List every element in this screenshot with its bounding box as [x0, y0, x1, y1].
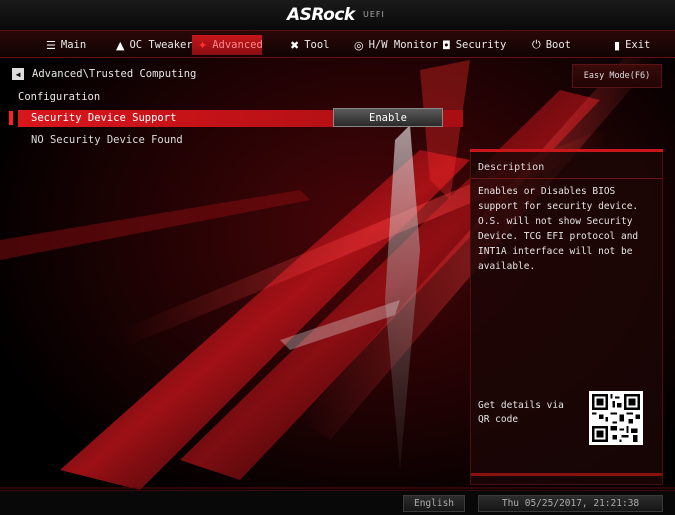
list-icon: ☰: [46, 38, 56, 52]
breadcrumb: ◀ Advanced\Trusted Computing: [12, 68, 196, 80]
title-bar: ASRock UEFI: [0, 0, 675, 30]
power-icon: ⏻: [532, 38, 541, 51]
main-menu: ☰ Main ▲ OC Tweaker ✦ Advanced ✖ Tool ◎ …: [0, 30, 675, 58]
status-bar: English Thu 05/25/2017, 21:21:38: [0, 490, 675, 515]
qr-code-icon: [589, 391, 643, 445]
tab-label: Boot: [545, 39, 571, 51]
easy-mode-button[interactable]: Easy Mode(F6): [572, 64, 662, 88]
tab-label: H/W Monitor: [368, 39, 439, 51]
option-label: Security Device Support: [31, 112, 177, 124]
tab-label: Advanced: [212, 39, 263, 51]
breadcrumb-path: Advanced\Trusted Computing: [32, 68, 197, 80]
date-time-display: Thu 05/25/2017, 21:21:38: [478, 495, 663, 512]
tab-main[interactable]: ☰ Main: [40, 35, 92, 55]
tab-label: Tool: [304, 39, 330, 51]
selection-marker: [9, 111, 13, 125]
tab-boot[interactable]: ⏻ Boot: [526, 35, 577, 55]
panel-top-accent: [470, 149, 663, 152]
exit-icon: ▮: [614, 38, 621, 52]
tab-oc-tweaker[interactable]: ▲ OC Tweaker: [110, 35, 199, 55]
brand-logo: ASRock: [287, 5, 355, 25]
description-title: Description: [478, 162, 545, 173]
tab-advanced[interactable]: ✦ Advanced: [192, 35, 263, 55]
language-button[interactable]: English: [403, 495, 465, 512]
option-value-dropdown[interactable]: Enable: [333, 108, 443, 127]
monitor-icon: ◎: [354, 38, 364, 52]
tools-icon: ✖: [290, 38, 300, 52]
description-divider: [471, 178, 662, 179]
tab-exit[interactable]: ▮ Exit: [608, 35, 656, 55]
shield-icon: ◘: [442, 38, 451, 52]
tab-security[interactable]: ◘ Security: [436, 35, 512, 55]
rocket-icon: ▲: [116, 38, 125, 52]
security-device-status: NO Security Device Found: [31, 134, 183, 146]
star-icon: ✦: [198, 38, 208, 52]
tab-label: Exit: [625, 39, 651, 51]
description-text: Enables or Disables BIOS support for sec…: [478, 186, 639, 272]
tab-label: OC Tweaker: [129, 39, 193, 51]
qr-caption: Get details via QR code: [478, 400, 564, 425]
uefi-label: UEFI: [363, 10, 385, 19]
back-arrow-icon[interactable]: ◀: [12, 68, 24, 80]
panel-bottom-accent: [471, 473, 662, 476]
description-panel: Description Enables or Disables BIOS sup…: [470, 149, 663, 485]
section-title: Configuration: [18, 91, 101, 103]
tab-hw-monitor[interactable]: ◎ H/W Monitor: [348, 35, 444, 55]
tab-label: Security: [455, 39, 507, 51]
tab-label: Main: [60, 39, 87, 51]
tab-tool[interactable]: ✖ Tool: [284, 35, 336, 55]
